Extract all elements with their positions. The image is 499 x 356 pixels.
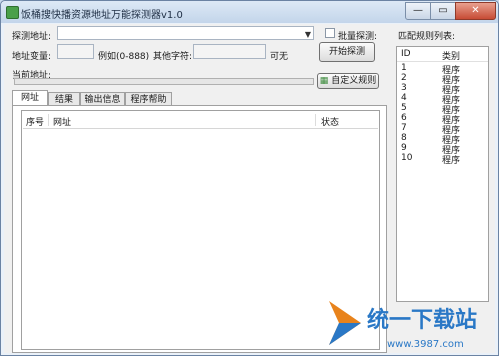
progress-bar [14, 78, 314, 85]
tab-output-info[interactable]: 输出信息 [80, 92, 125, 106]
rules-col-id[interactable]: ID [401, 49, 411, 59]
chevron-down-icon[interactable]: ▼ [305, 30, 311, 39]
col-header-status[interactable]: 状态 [321, 115, 339, 128]
probe-url-combobox[interactable]: ▼ [57, 26, 314, 40]
rule-type: 程序 [442, 156, 461, 166]
rules-col-type[interactable]: 类别 [442, 49, 460, 62]
rule-id: 2 [401, 73, 407, 83]
list-item[interactable]: 10 程序 [397, 153, 488, 166]
rule-id: 9 [401, 143, 407, 153]
optional-text: 可无 [270, 52, 289, 62]
start-probe-button[interactable]: 开始探测 [319, 42, 375, 62]
addr-var-label: 地址变量: [12, 52, 52, 62]
custom-rule-button[interactable]: ▦ 自定义规则 [317, 73, 379, 89]
window-title: 饭桶搜快播资源地址万能探测器v1.0 [21, 10, 183, 21]
title-bar[interactable]: 饭桶搜快播资源地址万能探测器v1.0 — ▭ ✕ [1, 1, 498, 23]
batch-probe-label: 批量探测: [338, 32, 378, 42]
rule-icon: ▦ [319, 76, 329, 86]
column-divider[interactable] [48, 114, 49, 126]
minimize-button[interactable]: — [405, 2, 431, 20]
rules-list[interactable]: ID 类别 1 程序 2 程序 3 程序 4 程序 5 程序 6 程序 7 程序 8 程序 9程… [396, 46, 489, 302]
custom-rule-label: 自定义规则 [331, 76, 377, 86]
watermark-url: www.3987.com [387, 339, 464, 350]
probe-url-label: 探测地址: [12, 32, 52, 42]
rule-id: 4 [401, 93, 407, 103]
grid-header: 序号 网址 状态 [23, 112, 378, 129]
list-item[interactable]: 4 程序 [397, 93, 488, 106]
rules-list-header: ID 类别 [397, 47, 488, 62]
batch-probe-checkbox[interactable] [325, 28, 335, 38]
list-item[interactable]: 1 程序 [397, 63, 488, 76]
tab-url[interactable]: 网址 [12, 90, 48, 106]
tab-program-help[interactable]: 程序帮助 [125, 92, 172, 106]
col-header-url[interactable]: 网址 [53, 115, 71, 128]
other-char-field[interactable] [193, 44, 266, 59]
col-header-index[interactable]: 序号 [26, 115, 44, 128]
list-item[interactable]: 5 程序 [397, 103, 488, 116]
rule-id: 10 [401, 153, 413, 163]
watermark-brand: 统一下载站 [367, 307, 477, 333]
tab-result[interactable]: 结果 [48, 92, 80, 106]
rule-id: 6 [401, 113, 407, 123]
example-text: 例如(0-888) [98, 52, 150, 62]
watermark-arrow-blue [329, 323, 361, 345]
list-item[interactable]: 2 程序 [397, 73, 488, 86]
list-item[interactable]: 6 程序 [397, 113, 488, 126]
list-item[interactable]: 3 程序 [397, 83, 488, 96]
watermark-logo-icon: 统一下载站 www.3987.com [329, 301, 477, 350]
close-button[interactable]: ✕ [455, 2, 496, 20]
maximize-button[interactable]: ▭ [430, 2, 456, 20]
addr-var-field[interactable] [57, 44, 94, 59]
list-item[interactable]: 8 程序 [397, 133, 488, 146]
column-divider[interactable] [315, 114, 316, 126]
rule-id: 5 [401, 103, 407, 113]
rule-id: 7 [401, 123, 407, 133]
site-watermark: 统一下载站 www.3987.com [327, 293, 495, 353]
other-char-label: 其他字符: [153, 52, 193, 62]
rule-id: 3 [401, 83, 407, 93]
rule-id: 1 [401, 63, 407, 73]
list-item[interactable]: 7 程序 [397, 123, 488, 136]
rules-list-title: 匹配规则列表: [398, 32, 456, 42]
list-item[interactable]: 9 程序 [397, 143, 488, 156]
rule-id: 8 [401, 133, 407, 143]
app-icon [6, 6, 19, 19]
